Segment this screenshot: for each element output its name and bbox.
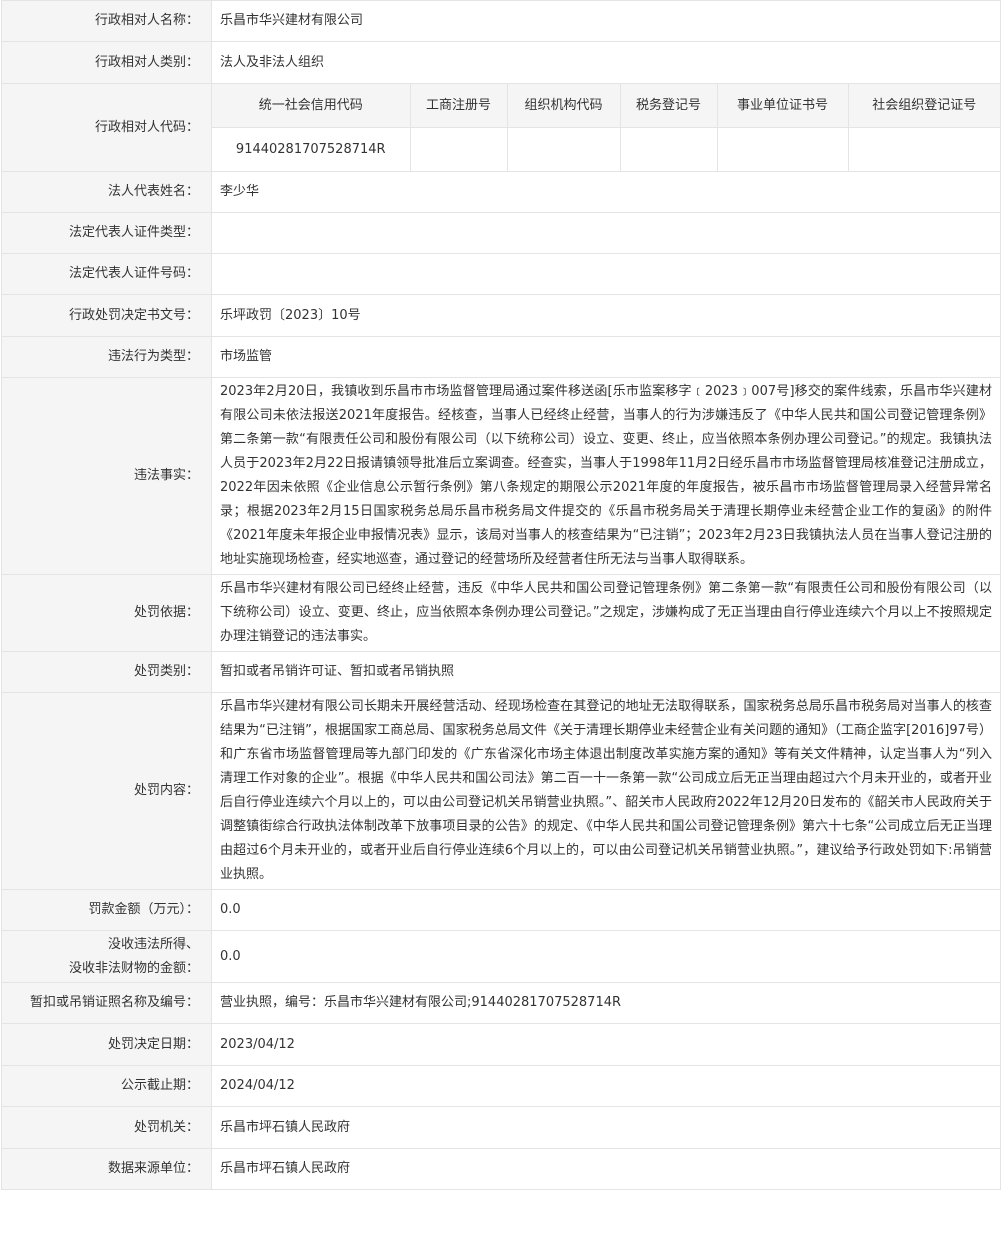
value-decision-date: 2023/04/12 [211,1023,1001,1066]
value-facts: 2023年2月20日，我镇收到乐昌市市场监督管理局通过案件移送函[乐市监案移字﹝… [211,377,1001,575]
row-publish-deadline: 公示截止期： 2024/04/12 [1,1065,1001,1107]
label-party-type: 行政相对人类别： [1,41,212,84]
codes-value [847,127,1000,171]
label-confiscation-line2: 没收非法财物的金额： [68,960,199,976]
value-license: 营业执照，编号：乐昌市华兴建材有限公司;91440281707528714R [211,982,1001,1024]
label-category: 处罚类别： [1,651,212,693]
codes-value [716,127,849,171]
label-content: 处罚内容： [1,692,212,890]
row-authority: 处罚机关： 乐昌市坪石镇人民政府 [1,1106,1001,1149]
row-category: 处罚类别： 暂扣或者吊销许可证、暂扣或者吊销执照 [1,651,1001,693]
value-violation-type: 市场监管 [211,336,1001,378]
label-publish-deadline: 公示截止期： [1,1065,212,1107]
penalty-info-table: 行政相对人名称： 乐昌市华兴建材有限公司 行政相对人类别： 法人及非法人组织 行… [1,0,1001,1190]
codes-value: 91440281707528714R [212,127,411,171]
label-authority: 处罚机关： [1,1106,212,1149]
value-content: 乐昌市华兴建材有限公司长期未开展经营活动、经现场检查在其登记的地址无法取得联系，… [211,692,1001,890]
label-source-unit: 数据来源单位： [1,1148,212,1190]
value-authority: 乐昌市坪石镇人民政府 [211,1106,1001,1149]
row-party-type: 行政相对人类别： 法人及非法人组织 [1,41,1001,84]
codes-value-row: 91440281707528714R [212,127,1000,171]
value-source-unit: 乐昌市坪石镇人民政府 [211,1148,1001,1190]
codes-header-row: 统一社会信用代码 工商注册号 组织机构代码 税务登记号 事业单位证书号 社会组织… [212,84,1000,128]
codes-header: 社会组织登记证号 [847,84,1000,128]
label-facts: 违法事实： [1,377,212,575]
codes-header: 税务登记号 [619,84,718,128]
label-party-code: 行政相对人代码： [1,83,212,172]
value-confiscation: 0.0 [211,930,1001,983]
row-party-name: 行政相对人名称： 乐昌市华兴建材有限公司 [1,0,1001,42]
value-id-number [211,253,1001,295]
value-party-name: 乐昌市华兴建材有限公司 [211,0,1001,42]
row-source-unit: 数据来源单位： 乐昌市坪石镇人民政府 [1,1148,1001,1190]
value-id-type [211,212,1001,254]
row-legal-rep: 法人代表姓名： 李少华 [1,171,1001,213]
label-decision-date: 处罚决定日期： [1,1023,212,1066]
label-violation-type: 违法行为类型： [1,336,212,378]
label-confiscation: 没收违法所得、 没收非法财物的金额： [1,930,212,983]
label-license: 暂扣或吊销证照名称及编号： [1,982,212,1024]
codes-table: 统一社会信用代码 工商注册号 组织机构代码 税务登记号 事业单位证书号 社会组织… [212,84,1000,171]
row-basis: 处罚依据： 乐昌市华兴建材有限公司已经终止经营，违反《中华人民共和国公司登记管理… [1,574,1001,652]
codes-header: 统一社会信用代码 [212,84,411,128]
row-content: 处罚内容： 乐昌市华兴建材有限公司长期未开展经营活动、经现场检查在其登记的地址无… [1,692,1001,890]
label-id-type: 法定代表人证件类型： [1,212,212,254]
row-confiscation: 没收违法所得、 没收非法财物的金额： 0.0 [1,930,1001,983]
label-fine: 罚款金额（万元）： [1,889,212,931]
label-basis: 处罚依据： [1,574,212,652]
label-decision-no: 行政处罚决定书文号： [1,294,212,337]
row-decision-no: 行政处罚决定书文号： 乐坪政罚〔2023〕10号 [1,294,1001,337]
codes-cell: 统一社会信用代码 工商注册号 组织机构代码 税务登记号 事业单位证书号 社会组织… [211,83,1001,172]
value-legal-rep: 李少华 [211,171,1001,213]
value-decision-no: 乐坪政罚〔2023〕10号 [211,294,1001,337]
row-facts: 违法事实： 2023年2月20日，我镇收到乐昌市市场监督管理局通过案件移送函[乐… [1,377,1001,575]
codes-value [619,127,718,171]
row-id-type: 法定代表人证件类型： [1,212,1001,254]
label-legal-rep: 法人代表姓名： [1,171,212,213]
row-party-code: 行政相对人代码： 统一社会信用代码 工商注册号 组织机构代码 税务登记号 事业单… [1,83,1001,172]
label-party-name: 行政相对人名称： [1,0,212,42]
row-violation-type: 违法行为类型： 市场监管 [1,336,1001,378]
label-confiscation-line1: 没收违法所得、 [107,936,199,952]
value-fine: 0.0 [211,889,1001,931]
row-decision-date: 处罚决定日期： 2023/04/12 [1,1023,1001,1066]
value-party-type: 法人及非法人组织 [211,41,1001,84]
row-fine: 罚款金额（万元）： 0.0 [1,889,1001,931]
row-id-number: 法定代表人证件号码： [1,253,1001,295]
row-license: 暂扣或吊销证照名称及编号： 营业执照，编号：乐昌市华兴建材有限公司;914402… [1,982,1001,1024]
value-category: 暂扣或者吊销许可证、暂扣或者吊销执照 [211,651,1001,693]
codes-header: 组织机构代码 [506,84,621,128]
codes-header: 工商注册号 [409,84,508,128]
codes-value [409,127,508,171]
value-basis: 乐昌市华兴建材有限公司已经终止经营，违反《中华人民共和国公司登记管理条例》第二条… [211,574,1001,652]
codes-header: 事业单位证书号 [716,84,849,128]
value-publish-deadline: 2024/04/12 [211,1065,1001,1107]
codes-value [506,127,621,171]
label-id-number: 法定代表人证件号码： [1,253,212,295]
